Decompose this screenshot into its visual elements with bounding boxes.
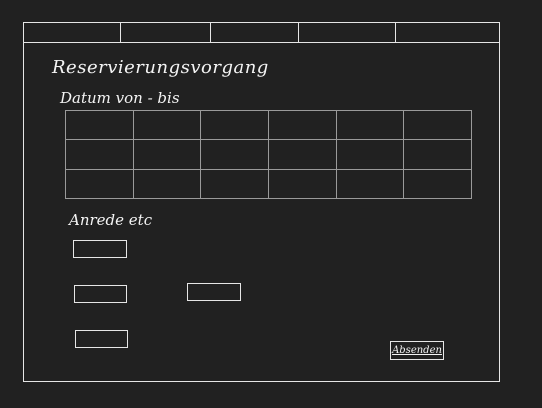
salutation-field[interactable]	[73, 240, 127, 258]
tab-4[interactable]	[299, 22, 396, 42]
date-cell[interactable]	[267, 168, 337, 200]
date-cell[interactable]	[132, 168, 202, 200]
date-cell[interactable]	[403, 109, 472, 141]
first-name-field[interactable]	[74, 285, 127, 303]
page-title: Reservierungsvorgang	[52, 57, 269, 78]
date-grid-row	[65, 109, 472, 141]
date-cell[interactable]	[335, 139, 405, 170]
tab-2[interactable]	[121, 22, 211, 42]
date-cell[interactable]	[335, 109, 405, 141]
date-cell[interactable]	[403, 139, 472, 170]
date-cell[interactable]	[132, 109, 202, 141]
date-grid-row	[65, 139, 472, 170]
date-grid-row	[65, 168, 472, 200]
date-cell[interactable]	[200, 139, 269, 170]
date-cell[interactable]	[335, 168, 405, 200]
tab-bar	[23, 22, 500, 43]
last-name-field[interactable]	[187, 283, 241, 301]
date-cell[interactable]	[267, 109, 337, 141]
date-cell[interactable]	[132, 139, 202, 170]
tab-3[interactable]	[211, 22, 299, 42]
submit-button[interactable]: Absenden	[390, 341, 444, 360]
date-cell[interactable]	[65, 168, 134, 200]
salutation-section-label: Anrede etc	[69, 211, 153, 229]
tab-5[interactable]	[396, 22, 500, 42]
date-range-label: Datum von - bis	[60, 89, 180, 107]
date-grid	[65, 109, 472, 200]
date-cell[interactable]	[200, 168, 269, 200]
date-cell[interactable]	[267, 139, 337, 170]
date-cell[interactable]	[65, 109, 134, 141]
date-cell[interactable]	[65, 139, 134, 170]
date-cell[interactable]	[403, 168, 472, 200]
date-cell[interactable]	[200, 109, 269, 141]
tab-1[interactable]	[23, 22, 121, 42]
contact-field[interactable]	[75, 330, 128, 348]
